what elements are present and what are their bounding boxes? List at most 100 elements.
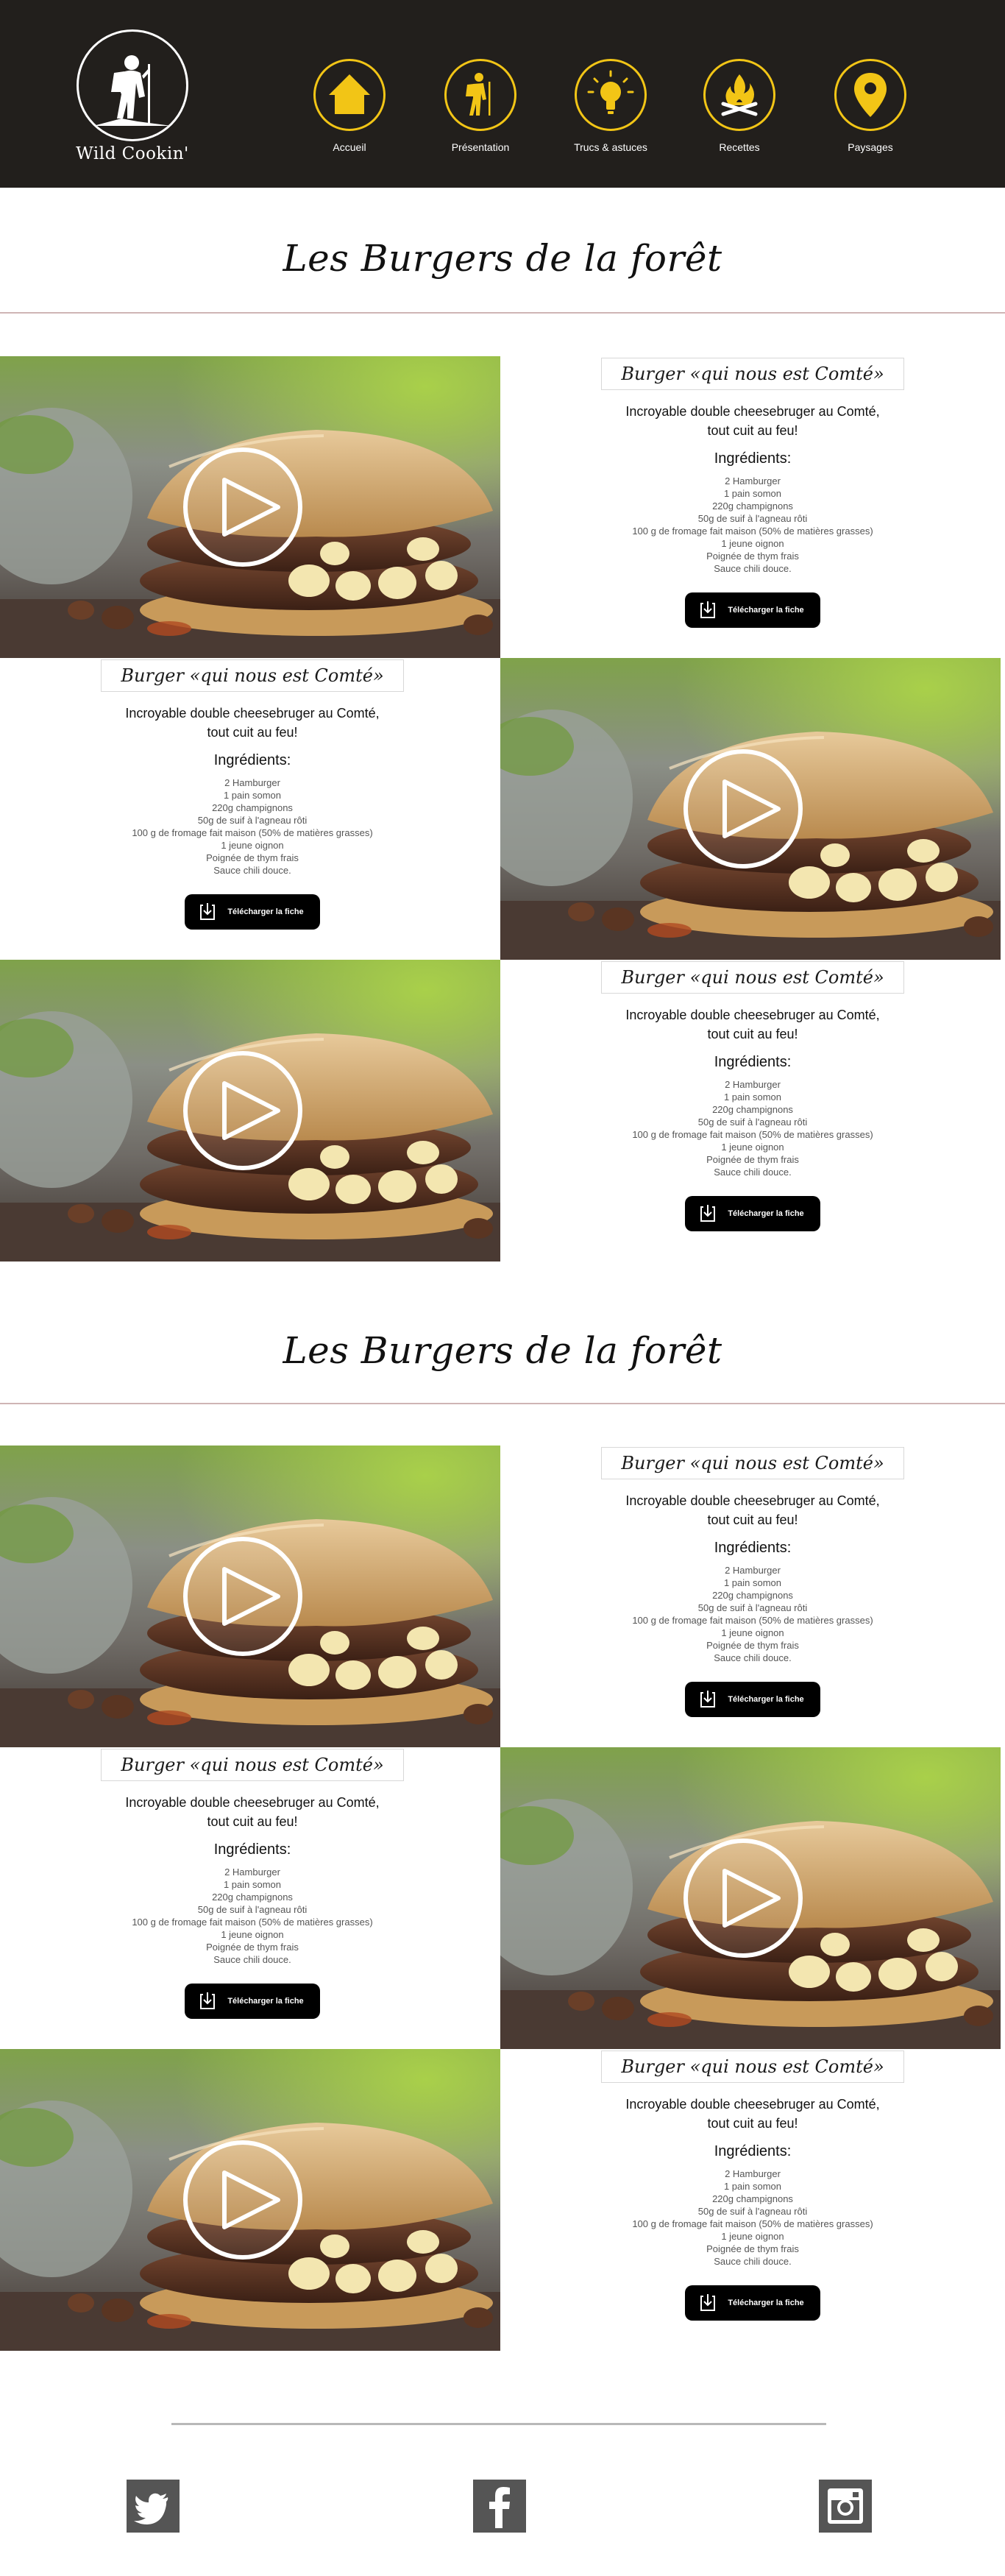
hiker-icon — [444, 59, 516, 131]
ingredient-item: 1 jeune oignon — [721, 1142, 784, 1153]
download-icon — [700, 1205, 716, 1222]
site-logo[interactable]: Wild Cookin' — [74, 29, 191, 177]
logo-text: Wild Cookin' — [76, 144, 189, 163]
recipe-subtitle-line: Incroyable double cheesebruger au Comté, — [125, 1795, 380, 1810]
download-icon — [200, 903, 216, 920]
nav-item-presentation[interactable]: Présentation — [425, 59, 536, 153]
video-thumbnail[interactable] — [500, 658, 1001, 960]
site-header: Wild Cookin' Accueil Présentation Trucs … — [0, 0, 1005, 188]
recipe-subtitle-line: Incroyable double cheesebruger au Comté, — [125, 706, 380, 721]
ingredient-item: 1 pain somon — [723, 1577, 782, 1588]
nav-item-recettes[interactable]: Recettes — [684, 59, 795, 153]
ingredient-item: 220g champignons — [712, 2193, 793, 2204]
nav-item-trucs-astuces[interactable]: Trucs & astuces — [555, 59, 666, 153]
main-nav: Accueil Présentation Trucs & astuces Rec… — [294, 59, 971, 177]
video-thumbnail[interactable] — [0, 960, 500, 1262]
recipe-title: Burger «qui nous est Comté» — [601, 358, 904, 390]
download-label: Télécharger la fiche — [728, 2299, 804, 2307]
download-button[interactable]: Télécharger la fiche — [685, 1682, 820, 1717]
nav-label: Accueil — [333, 141, 366, 153]
recipe-row: Burger «qui nous est Comté» Incroyable d… — [0, 1446, 1005, 1747]
recipe-row: Burger «qui nous est Comté» Incroyable d… — [0, 1747, 1005, 2049]
recipe-title: Burger «qui nous est Comté» — [601, 2050, 904, 2083]
ingredient-item: 50g de suif à l'agneau rôti — [197, 815, 308, 826]
instagram-icon[interactable] — [819, 2480, 872, 2533]
ingredient-item: 50g de suif à l'agneau rôti — [197, 1904, 308, 1915]
ingredients-heading: Ingrédients: — [714, 1054, 792, 1070]
ingredient-item: 1 jeune oignon — [221, 1929, 284, 1940]
recipe-subtitle-line: tout cuit au feu! — [707, 1512, 798, 1527]
recipe-title: Burger «qui nous est Comté» — [601, 1447, 904, 1479]
video-thumbnail[interactable] — [0, 356, 500, 658]
map-pin-icon — [834, 59, 906, 131]
ingredient-item: 100 g de fromage fait maison (50% de mat… — [632, 1615, 873, 1626]
recipe-subtitle: Incroyable double cheesebruger au Comté,… — [500, 402, 1005, 440]
lightbulb-icon — [575, 59, 647, 131]
nav-item-paysages[interactable]: Paysages — [815, 59, 926, 153]
recipe-title: Burger «qui nous est Comté» — [101, 659, 404, 692]
ingredient-item: 1 pain somon — [223, 1879, 282, 1890]
ingredient-item: 220g champignons — [712, 1590, 793, 1601]
recipe-card: Burger «qui nous est Comté» Incroyable d… — [500, 1446, 1005, 1747]
ingredient-item: 100 g de fromage fait maison (50% de mat… — [132, 827, 373, 838]
download-button[interactable]: Télécharger la fiche — [685, 2285, 820, 2321]
video-thumbnail[interactable] — [0, 2049, 500, 2351]
download-button[interactable]: Télécharger la fiche — [685, 1196, 820, 1231]
ingredient-item: 1 jeune oignon — [221, 840, 284, 851]
ingredient-item: 1 jeune oignon — [721, 1627, 784, 1638]
twitter-icon[interactable] — [127, 2480, 180, 2533]
ingredients-list: 2 Hamburger 1 pain somon 220g champignon… — [0, 1866, 505, 1966]
ingredient-item: 1 pain somon — [223, 790, 282, 801]
download-icon — [700, 601, 716, 618]
recipe-row: Burger «qui nous est Comté» Incroyable d… — [0, 2049, 1005, 2351]
ingredient-item: Sauce chili douce. — [714, 2256, 792, 2267]
ingredients-list: 2 Hamburger 1 pain somon 220g champignon… — [500, 475, 1005, 575]
download-button[interactable]: Télécharger la fiche — [685, 592, 820, 628]
ingredient-item: Poignée de thym frais — [706, 2243, 799, 2254]
video-thumbnail[interactable] — [500, 1747, 1001, 2049]
ingredient-item: 50g de suif à l'agneau rôti — [697, 1602, 808, 1613]
download-icon — [700, 1691, 716, 1708]
facebook-icon[interactable] — [473, 2480, 526, 2533]
download-button[interactable]: Télécharger la fiche — [185, 894, 320, 930]
section-divider — [0, 1403, 1005, 1404]
nav-label: Recettes — [719, 141, 760, 153]
ingredients-heading: Ingrédients: — [714, 1540, 792, 1556]
ingredient-item: 220g champignons — [212, 1892, 293, 1903]
ingredients-heading: Ingrédients: — [714, 450, 792, 467]
ingredient-item: Sauce chili douce. — [714, 1167, 792, 1178]
ingredient-item: Sauce chili douce. — [714, 1652, 792, 1663]
recipe-subtitle-line: tout cuit au feu! — [207, 725, 298, 740]
download-label: Télécharger la fiche — [227, 1997, 304, 2006]
download-button[interactable]: Télécharger la fiche — [185, 1984, 320, 2019]
recipe-card: Burger «qui nous est Comté» Incroyable d… — [500, 2049, 1005, 2351]
ingredient-item: 50g de suif à l'agneau rôti — [697, 513, 808, 524]
recipe-row: Burger «qui nous est Comté» Incroyable d… — [0, 960, 1005, 1262]
download-label: Télécharger la fiche — [728, 1695, 804, 1704]
section-title: Les Burgers de la forêt — [283, 237, 722, 280]
ingredient-item: Poignée de thym frais — [706, 1640, 799, 1651]
recipe-card: Burger «qui nous est Comté» Incroyable d… — [0, 1747, 505, 2049]
footer-divider — [171, 2423, 826, 2425]
recipe-subtitle: Incroyable double cheesebruger au Comté,… — [500, 2095, 1005, 2133]
recipe-row: Burger «qui nous est Comté» Incroyable d… — [0, 658, 1005, 960]
recipe-subtitle: Incroyable double cheesebruger au Comté,… — [500, 1491, 1005, 1529]
ingredient-item: 50g de suif à l'agneau rôti — [697, 1117, 808, 1128]
recipe-row: Burger «qui nous est Comté» Incroyable d… — [0, 356, 1005, 658]
nav-label: Présentation — [451, 141, 510, 153]
nav-label: Trucs & astuces — [574, 141, 647, 153]
ingredient-item: 2 Hamburger — [725, 475, 781, 486]
ingredient-item: Sauce chili douce. — [213, 1954, 291, 1965]
recipe-title: Burger «qui nous est Comté» — [601, 961, 904, 994]
ingredients-list: 2 Hamburger 1 pain somon 220g champignon… — [500, 1078, 1005, 1178]
ingredient-item: 2 Hamburger — [224, 1866, 280, 1878]
recipe-subtitle-line: Incroyable double cheesebruger au Comté, — [625, 2097, 880, 2112]
ingredient-item: 1 pain somon — [723, 1091, 782, 1103]
video-thumbnail[interactable] — [0, 1446, 500, 1747]
section-divider — [0, 312, 1005, 314]
ingredient-item: Poignée de thym frais — [206, 852, 299, 863]
nav-item-accueil[interactable]: Accueil — [294, 59, 405, 153]
ingredient-item: 1 jeune oignon — [721, 538, 784, 549]
ingredients-heading: Ingrédients: — [213, 1841, 291, 1858]
recipe-subtitle-line: tout cuit au feu! — [707, 1027, 798, 1041]
